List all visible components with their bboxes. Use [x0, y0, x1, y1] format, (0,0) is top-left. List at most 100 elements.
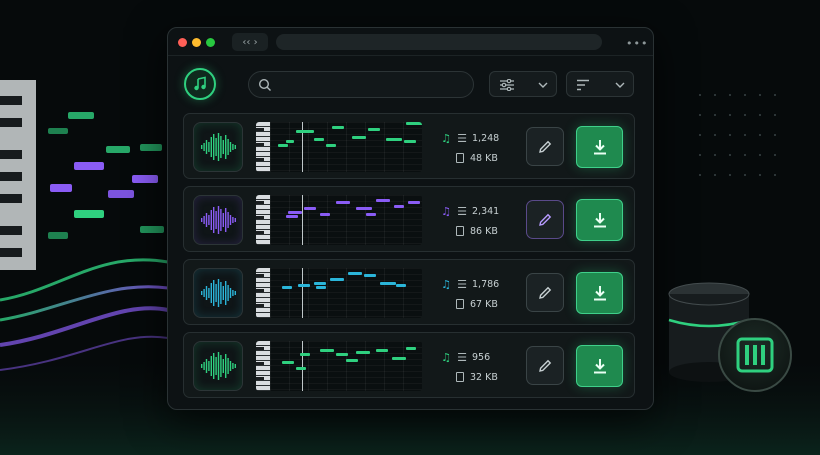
chevron-down-icon [615, 82, 625, 88]
track-row[interactable]: ♫ ☰ 1,248 48 KB [183, 113, 635, 179]
midi-note [282, 361, 294, 364]
file-size: 86 KB [470, 225, 498, 237]
back-forward-buttons[interactable]: ‹‹ › [232, 33, 268, 51]
piano-roll-preview [256, 268, 422, 318]
track-row[interactable]: ♫ ☰ 1,786 67 KB [183, 259, 635, 325]
file-size: 32 KB [470, 371, 498, 383]
note-count: 1,248 [472, 132, 500, 144]
waveform-icon [193, 268, 243, 318]
edit-button[interactable] [526, 273, 564, 312]
midi-note [314, 282, 326, 285]
midi-note [346, 359, 358, 362]
midi-note [392, 357, 406, 360]
track-stats: ♫ ☰ 1,248 48 KB [440, 130, 499, 170]
piano-keys [256, 341, 270, 391]
music-note-icon: ♫ [441, 277, 451, 291]
midi-note [296, 367, 306, 370]
midi-note [348, 272, 362, 275]
midi-note [300, 353, 310, 356]
pencil-icon [539, 140, 552, 153]
midi-note [296, 130, 314, 133]
file-icon [456, 299, 464, 309]
midi-note [406, 347, 416, 350]
sort-icon [577, 79, 589, 91]
edit-button[interactable] [526, 127, 564, 166]
midi-note [336, 353, 348, 356]
more-options-icon[interactable]: ••• [626, 37, 648, 50]
piano-roll-preview [256, 341, 422, 391]
file-icon [456, 153, 464, 163]
sliders-icon [500, 79, 514, 91]
note-count: 956 [472, 351, 491, 363]
midi-note [336, 201, 350, 204]
music-note-icon: ♫ [441, 131, 451, 145]
download-button[interactable] [576, 272, 623, 314]
edit-button[interactable] [526, 346, 564, 385]
sort-dropdown[interactable] [566, 71, 634, 97]
edit-button[interactable] [526, 200, 564, 239]
midi-note [364, 274, 376, 277]
download-icon [593, 140, 606, 155]
download-button[interactable] [576, 126, 623, 168]
midi-note [286, 215, 298, 218]
pencil-icon [539, 359, 552, 372]
midi-note [404, 140, 416, 143]
app-window: ‹‹ › ••• ♫ ☰ 1,248 48 KB ♫ ☰ 2,341 86 KB ♫ ☰ 1,786… [167, 27, 654, 410]
pencil-icon [539, 213, 552, 226]
list-icon: ☰ [457, 277, 467, 291]
midi-note [298, 284, 310, 287]
piano-keys [256, 122, 270, 172]
download-button[interactable] [576, 345, 623, 387]
file-icon [456, 372, 464, 382]
title-bar: ‹‹ › ••• [168, 28, 653, 56]
midi-note [288, 211, 302, 214]
midi-note [376, 199, 390, 202]
list-icon: ☰ [457, 131, 467, 145]
track-stats: ♫ ☰ 956 32 KB [440, 349, 498, 389]
download-icon [593, 286, 606, 301]
midi-note [356, 207, 372, 210]
midi-note [304, 207, 316, 210]
midi-note [282, 286, 292, 289]
address-bar[interactable] [276, 34, 602, 50]
music-note-icon: ♫ [441, 204, 451, 218]
glow-waves-decor [0, 258, 169, 371]
list-icon: ☰ [457, 204, 467, 218]
search-input[interactable] [248, 71, 474, 98]
close-window-button[interactable] [178, 38, 187, 47]
waveform-icon [193, 341, 243, 391]
midi-note [366, 213, 376, 216]
waveform-icon [193, 122, 243, 172]
piano-roll-preview [256, 122, 422, 172]
midi-note [380, 282, 396, 285]
list-icon: ☰ [457, 350, 467, 364]
file-size: 67 KB [470, 298, 498, 310]
waveform-icon [193, 195, 243, 245]
midi-note [394, 205, 404, 208]
piano-keys [256, 195, 270, 245]
search-icon [258, 78, 271, 91]
piano-roll-preview [256, 195, 422, 245]
note-count: 2,341 [472, 205, 500, 217]
playhead [302, 341, 303, 391]
track-row[interactable]: ♫ ☰ 956 32 KB [183, 332, 635, 398]
midi-note [330, 278, 344, 281]
midi-note [406, 122, 422, 125]
piano-badge-icon [718, 318, 792, 392]
track-stats: ♫ ☰ 1,786 67 KB [440, 276, 499, 316]
chevron-down-icon [538, 82, 548, 88]
midi-note [320, 213, 330, 216]
note-count: 1,786 [472, 278, 500, 290]
piano-keys-decor [0, 80, 36, 270]
filter-dropdown[interactable] [489, 71, 557, 97]
midi-note [278, 144, 288, 147]
midi-note [326, 144, 336, 147]
music-note-icon: ♫ [441, 350, 451, 364]
track-row[interactable]: ♫ ☰ 2,341 86 KB [183, 186, 635, 252]
app-logo-music-note-icon[interactable] [184, 68, 216, 100]
dot-grid-decor [699, 94, 776, 176]
download-button[interactable] [576, 199, 623, 241]
minimize-window-button[interactable] [192, 38, 201, 47]
maximize-window-button[interactable] [206, 38, 215, 47]
midi-note [408, 201, 420, 204]
